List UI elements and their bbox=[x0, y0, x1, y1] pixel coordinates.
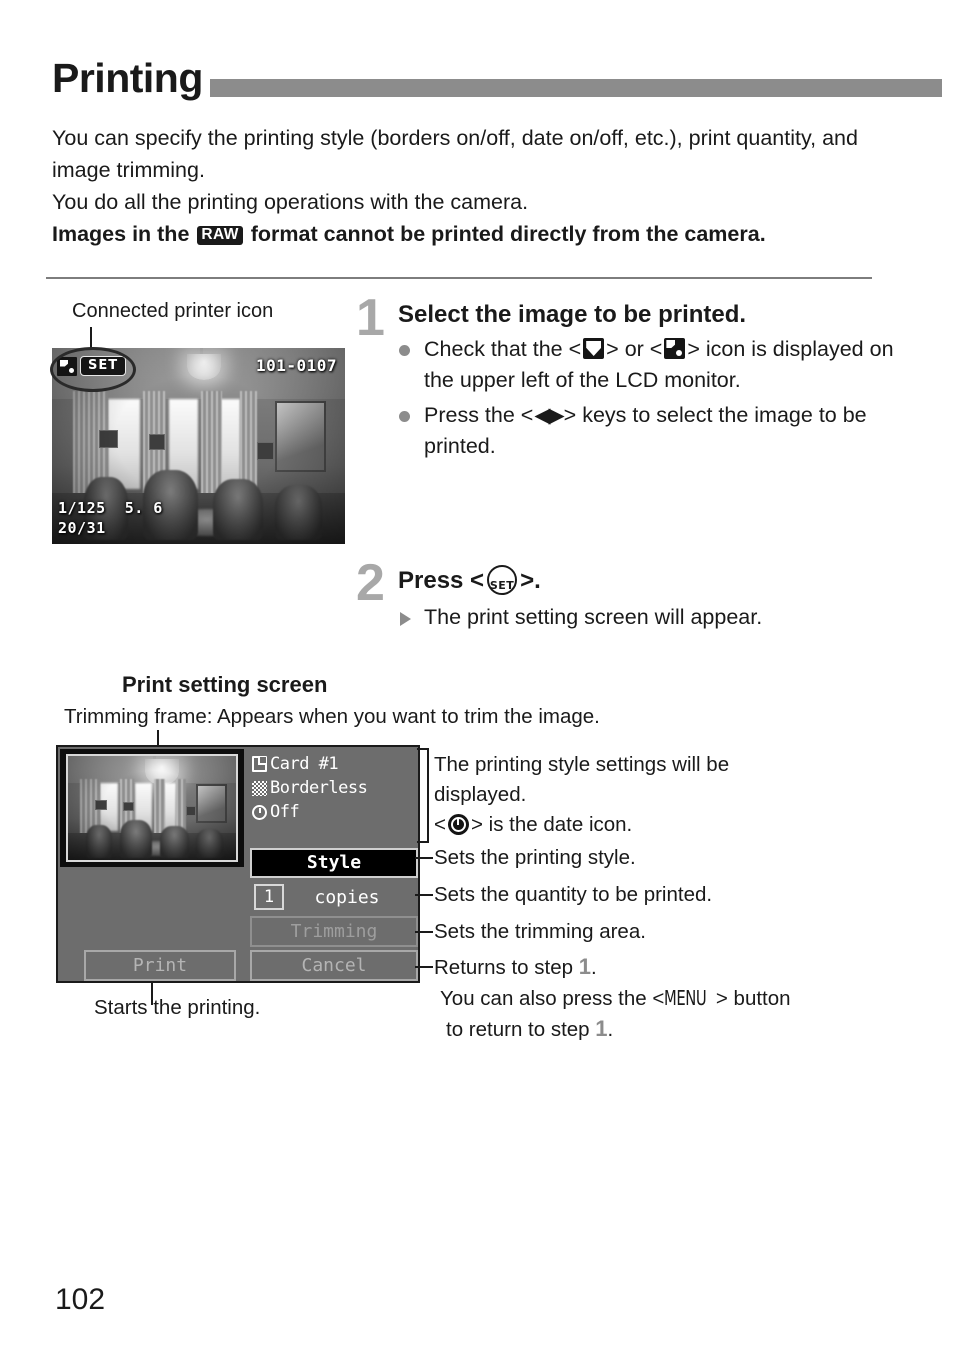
cancel-annotation: Returns to step 1. You can also press th… bbox=[434, 952, 874, 1045]
direct-print-icon bbox=[57, 356, 77, 376]
style-annotation-tick bbox=[415, 857, 433, 859]
border-label: Borderless bbox=[270, 778, 368, 798]
step-1: 1 Select the image to be printed. Check … bbox=[356, 292, 898, 462]
bullet-dot-icon bbox=[399, 345, 410, 356]
cancel-note-prefix: Returns to step bbox=[434, 956, 574, 979]
copies-annotation-tick bbox=[415, 894, 433, 896]
step-2-prefix: Press < bbox=[398, 567, 485, 594]
step-2-result: The print setting screen will appear. bbox=[398, 602, 898, 633]
date-icon-note: < > is the date icon. bbox=[434, 810, 864, 840]
trimming-frame-caption: Trimming frame: Appears when you want to… bbox=[64, 705, 600, 728]
set-badge: SET bbox=[80, 356, 127, 376]
print-setting-section-title: Print setting screen bbox=[122, 672, 328, 697]
menu-note-2-step: 1 bbox=[595, 1016, 608, 1041]
title-accent-bar bbox=[210, 79, 942, 97]
step-1-bullet-1: Check that the < > or < > icon is displaye… bbox=[398, 334, 898, 396]
trimming-annotation-tick bbox=[415, 931, 433, 933]
menu-note-2-suffix: . bbox=[607, 1018, 614, 1041]
direct-print-icon bbox=[583, 338, 605, 359]
trimming-annotation: Sets the trimming area. bbox=[434, 920, 646, 943]
connected-printer-caption: Connected printer icon bbox=[72, 300, 274, 322]
page-title: Printing bbox=[52, 55, 203, 101]
menu-note-mid: > button bbox=[715, 987, 791, 1010]
date-note-prefix: < bbox=[434, 813, 446, 836]
card-label: Card #1 bbox=[270, 754, 339, 774]
step-1-heading: Select the image to be printed. bbox=[398, 301, 747, 328]
raw-warning: Images in the RAW format cannot be print… bbox=[52, 218, 882, 250]
file-number-display: 101-0107 bbox=[255, 356, 337, 375]
paper-source-row: Card #1 bbox=[252, 752, 418, 776]
set-button-icon: SET bbox=[487, 565, 518, 595]
print-button[interactable]: Print bbox=[84, 950, 236, 981]
border-style-row: Borderless bbox=[252, 776, 418, 800]
lcd-monitor-preview: SET 101-0107 1/125 5. 6 20/31 bbox=[52, 348, 345, 544]
thumbnail-room-scene bbox=[68, 756, 236, 860]
date-note-suffix: > is the date icon. bbox=[470, 813, 633, 836]
connected-printer-indicator: SET bbox=[57, 356, 127, 376]
style-annotation: Sets the printing style. bbox=[434, 846, 636, 869]
settings-annotation: The printing style settings will be disp… bbox=[434, 750, 864, 840]
step-2-suffix: >. bbox=[520, 567, 541, 594]
date-setting-row: Off bbox=[252, 800, 418, 824]
raw-warning-prefix: Images in the bbox=[52, 222, 190, 246]
print-settings-info: Card #1 Borderless Off bbox=[248, 749, 418, 826]
intro-line-1: You can specify the printing style (bord… bbox=[52, 126, 858, 182]
print-button-note: Starts the printing. bbox=[94, 996, 261, 1019]
step-1-number: 1 bbox=[356, 289, 385, 347]
step-2-result-text: The print setting screen will appear. bbox=[424, 605, 763, 629]
cancel-note-suffix: . bbox=[590, 956, 597, 979]
date-clock-icon bbox=[447, 814, 469, 835]
settings-note-line-2: displayed. bbox=[434, 783, 527, 806]
image-thumbnail-panel bbox=[60, 749, 244, 867]
menu-note-2-prefix: to return to step bbox=[446, 1018, 590, 1041]
date-label: Off bbox=[270, 802, 300, 822]
frame-counter-value: 20/31 bbox=[58, 519, 106, 537]
cancel-note: Returns to step 1. bbox=[434, 952, 874, 983]
copies-label: copies bbox=[314, 886, 380, 908]
intro-line-2: You do all the printing operations with … bbox=[52, 190, 529, 214]
bullet-1-mid: > or < bbox=[606, 337, 663, 361]
copies-annotation: Sets the quantity to be printed. bbox=[434, 883, 713, 906]
cancel-button[interactable]: Cancel bbox=[250, 950, 418, 981]
style-button[interactable]: Style bbox=[250, 848, 418, 878]
raw-format-badge: RAW bbox=[197, 226, 243, 245]
copies-stepper[interactable]: 1 copies bbox=[250, 881, 418, 913]
triangle-bullet-icon bbox=[400, 612, 411, 626]
page-header: Printing bbox=[52, 55, 942, 106]
step-2-heading: Press < SET >. bbox=[398, 565, 898, 596]
copies-quantity-value[interactable]: 1 bbox=[254, 884, 284, 910]
shutter-speed-value: 1/125 bbox=[58, 499, 106, 517]
caption-leader-line bbox=[90, 327, 92, 348]
menu-note-prefix: You can also press the < bbox=[440, 987, 665, 1010]
menu-note-line-1: You can also press the <MENU > button bbox=[434, 983, 874, 1014]
step-2-number: 2 bbox=[356, 554, 385, 612]
cancel-annotation-tick bbox=[415, 966, 433, 968]
menu-button-label: MENU bbox=[664, 986, 707, 1010]
borderless-icon bbox=[252, 780, 267, 796]
step-2: 2 Press < SET >. The print setting screen … bbox=[356, 557, 898, 633]
trimming-button[interactable]: Trimming bbox=[250, 916, 418, 947]
bullet-dot-icon bbox=[399, 411, 410, 422]
card-icon bbox=[252, 756, 267, 772]
left-right-arrows-icon: ◀▶ bbox=[534, 404, 564, 427]
trimming-frame bbox=[66, 754, 238, 862]
print-setting-screen: Card #1 Borderless Off Style 1 copies Tr… bbox=[56, 745, 420, 983]
exposure-info-display: 1/125 5. 6 20/31 bbox=[58, 498, 163, 538]
settings-annotation-bracket bbox=[417, 748, 429, 843]
pictbridge-icon bbox=[664, 338, 686, 359]
page-number: 102 bbox=[55, 1283, 106, 1316]
bullet-1-prefix: Check that the < bbox=[424, 337, 582, 361]
intro-paragraph: You can specify the printing style (bord… bbox=[52, 122, 882, 250]
set-button-label: SET bbox=[489, 579, 515, 592]
step-1-bullet-2: Press the <◀▶> keys to select the image … bbox=[398, 400, 898, 462]
cancel-note-step: 1 bbox=[578, 954, 591, 979]
settings-note-line-1: The printing style settings will be bbox=[434, 753, 730, 776]
bullet-2-prefix: Press the < bbox=[424, 403, 534, 427]
raw-warning-suffix: format cannot be printed directly from t… bbox=[250, 222, 766, 246]
section-divider bbox=[46, 277, 872, 279]
menu-note-line-2: to return to step 1. bbox=[434, 1014, 874, 1045]
date-clock-icon bbox=[252, 804, 267, 820]
aperture-value: 5. 6 bbox=[124, 499, 163, 517]
